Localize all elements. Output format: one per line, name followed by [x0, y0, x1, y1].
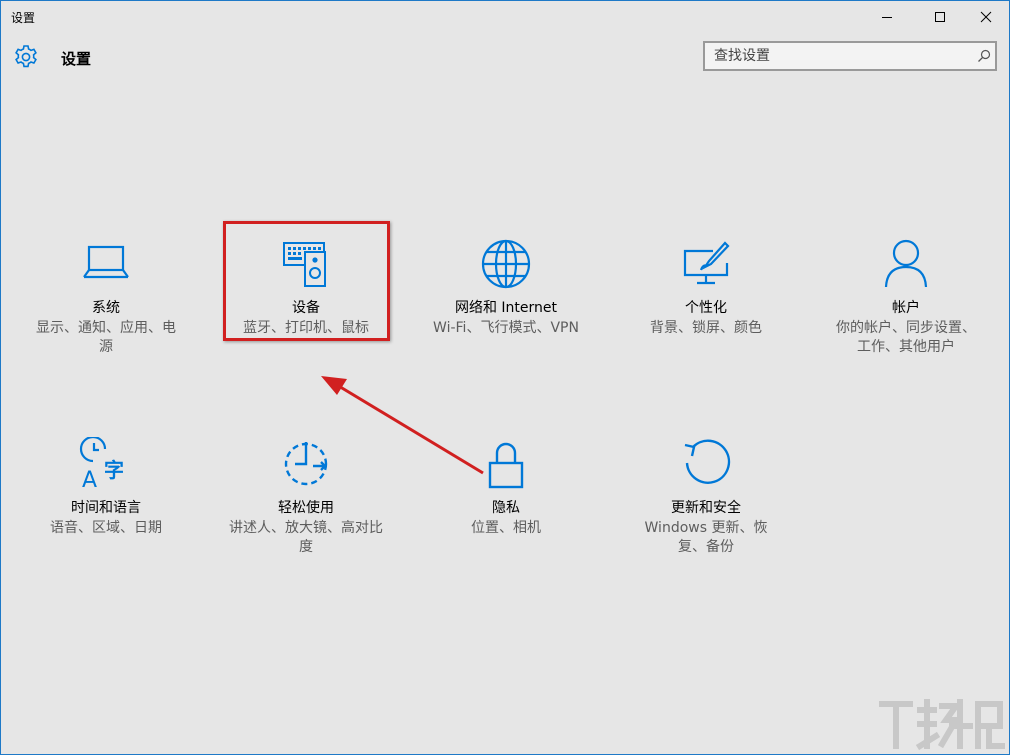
tile-label: 时间和语言	[20, 497, 192, 517]
tile-ease-of-access[interactable]: 轻松使用 讲述人、放大镜、高对比度	[220, 437, 392, 557]
search-box[interactable]	[703, 41, 997, 71]
gear-icon	[13, 44, 39, 70]
tile-description: 讲述人、放大镜、高对比度	[228, 519, 384, 557]
tile-label: 轻松使用	[220, 497, 392, 517]
svg-text:字: 字	[104, 458, 124, 482]
minimize-button[interactable]	[864, 1, 910, 33]
tile-description: 背景、锁屏、颜色	[620, 319, 792, 338]
tile-time-language[interactable]: A 字 时间和语言 语音、区域、日期	[20, 437, 192, 538]
tile-label: 帐户	[820, 297, 992, 317]
laptop-icon	[79, 237, 133, 291]
ease-of-access-icon	[279, 437, 333, 491]
tile-label: 个性化	[620, 297, 792, 317]
person-icon	[879, 237, 933, 291]
lock-icon	[479, 437, 533, 491]
svg-text:A: A	[82, 468, 97, 491]
tile-update-security[interactable]: 更新和安全 Windows 更新、恢复、备份	[620, 437, 792, 557]
tile-description: Wi-Fi、飞行模式、VPN	[420, 319, 592, 338]
tile-description: 语音、区域、日期	[20, 519, 192, 538]
personalization-icon	[679, 237, 733, 291]
search-icon[interactable]	[977, 49, 991, 63]
page-title: 设置	[61, 48, 91, 69]
tile-description: Windows 更新、恢复、备份	[635, 519, 777, 557]
highlight-box	[223, 221, 390, 341]
tile-description: 位置、相机	[420, 519, 592, 538]
refresh-icon	[679, 437, 733, 491]
tile-description: 你的帐户、同步设置、工作、其他用户	[830, 319, 982, 357]
tile-label: 更新和安全	[620, 497, 792, 517]
close-icon	[980, 11, 992, 23]
time-language-icon: A 字	[79, 437, 133, 491]
settings-window: 设置 设置 系统	[0, 0, 1010, 755]
tile-network[interactable]: 网络和 Internet Wi-Fi、飞行模式、VPN	[420, 237, 592, 338]
title-bar[interactable]: 设置	[1, 1, 1009, 33]
tile-privacy[interactable]: 隐私 位置、相机	[420, 437, 592, 538]
close-button[interactable]	[963, 1, 1009, 33]
tile-label: 系统	[20, 297, 192, 317]
tile-label: 隐私	[420, 497, 592, 517]
minimize-icon	[881, 11, 893, 23]
annotation-arrow	[1, 1, 1010, 755]
tile-accounts[interactable]: 帐户 你的帐户、同步设置、工作、其他用户	[820, 237, 992, 357]
tile-label: 网络和 Internet	[420, 297, 592, 317]
tile-personalization[interactable]: 个性化 背景、锁屏、颜色	[620, 237, 792, 338]
tile-description: 显示、通知、应用、电源	[30, 319, 182, 357]
watermark-logo	[876, 696, 1008, 754]
globe-icon	[479, 237, 533, 291]
window-title: 设置	[11, 9, 35, 26]
maximize-button[interactable]	[917, 1, 963, 33]
tile-system[interactable]: 系统 显示、通知、应用、电源	[20, 237, 192, 357]
maximize-icon	[934, 11, 946, 23]
search-input[interactable]	[705, 43, 964, 69]
